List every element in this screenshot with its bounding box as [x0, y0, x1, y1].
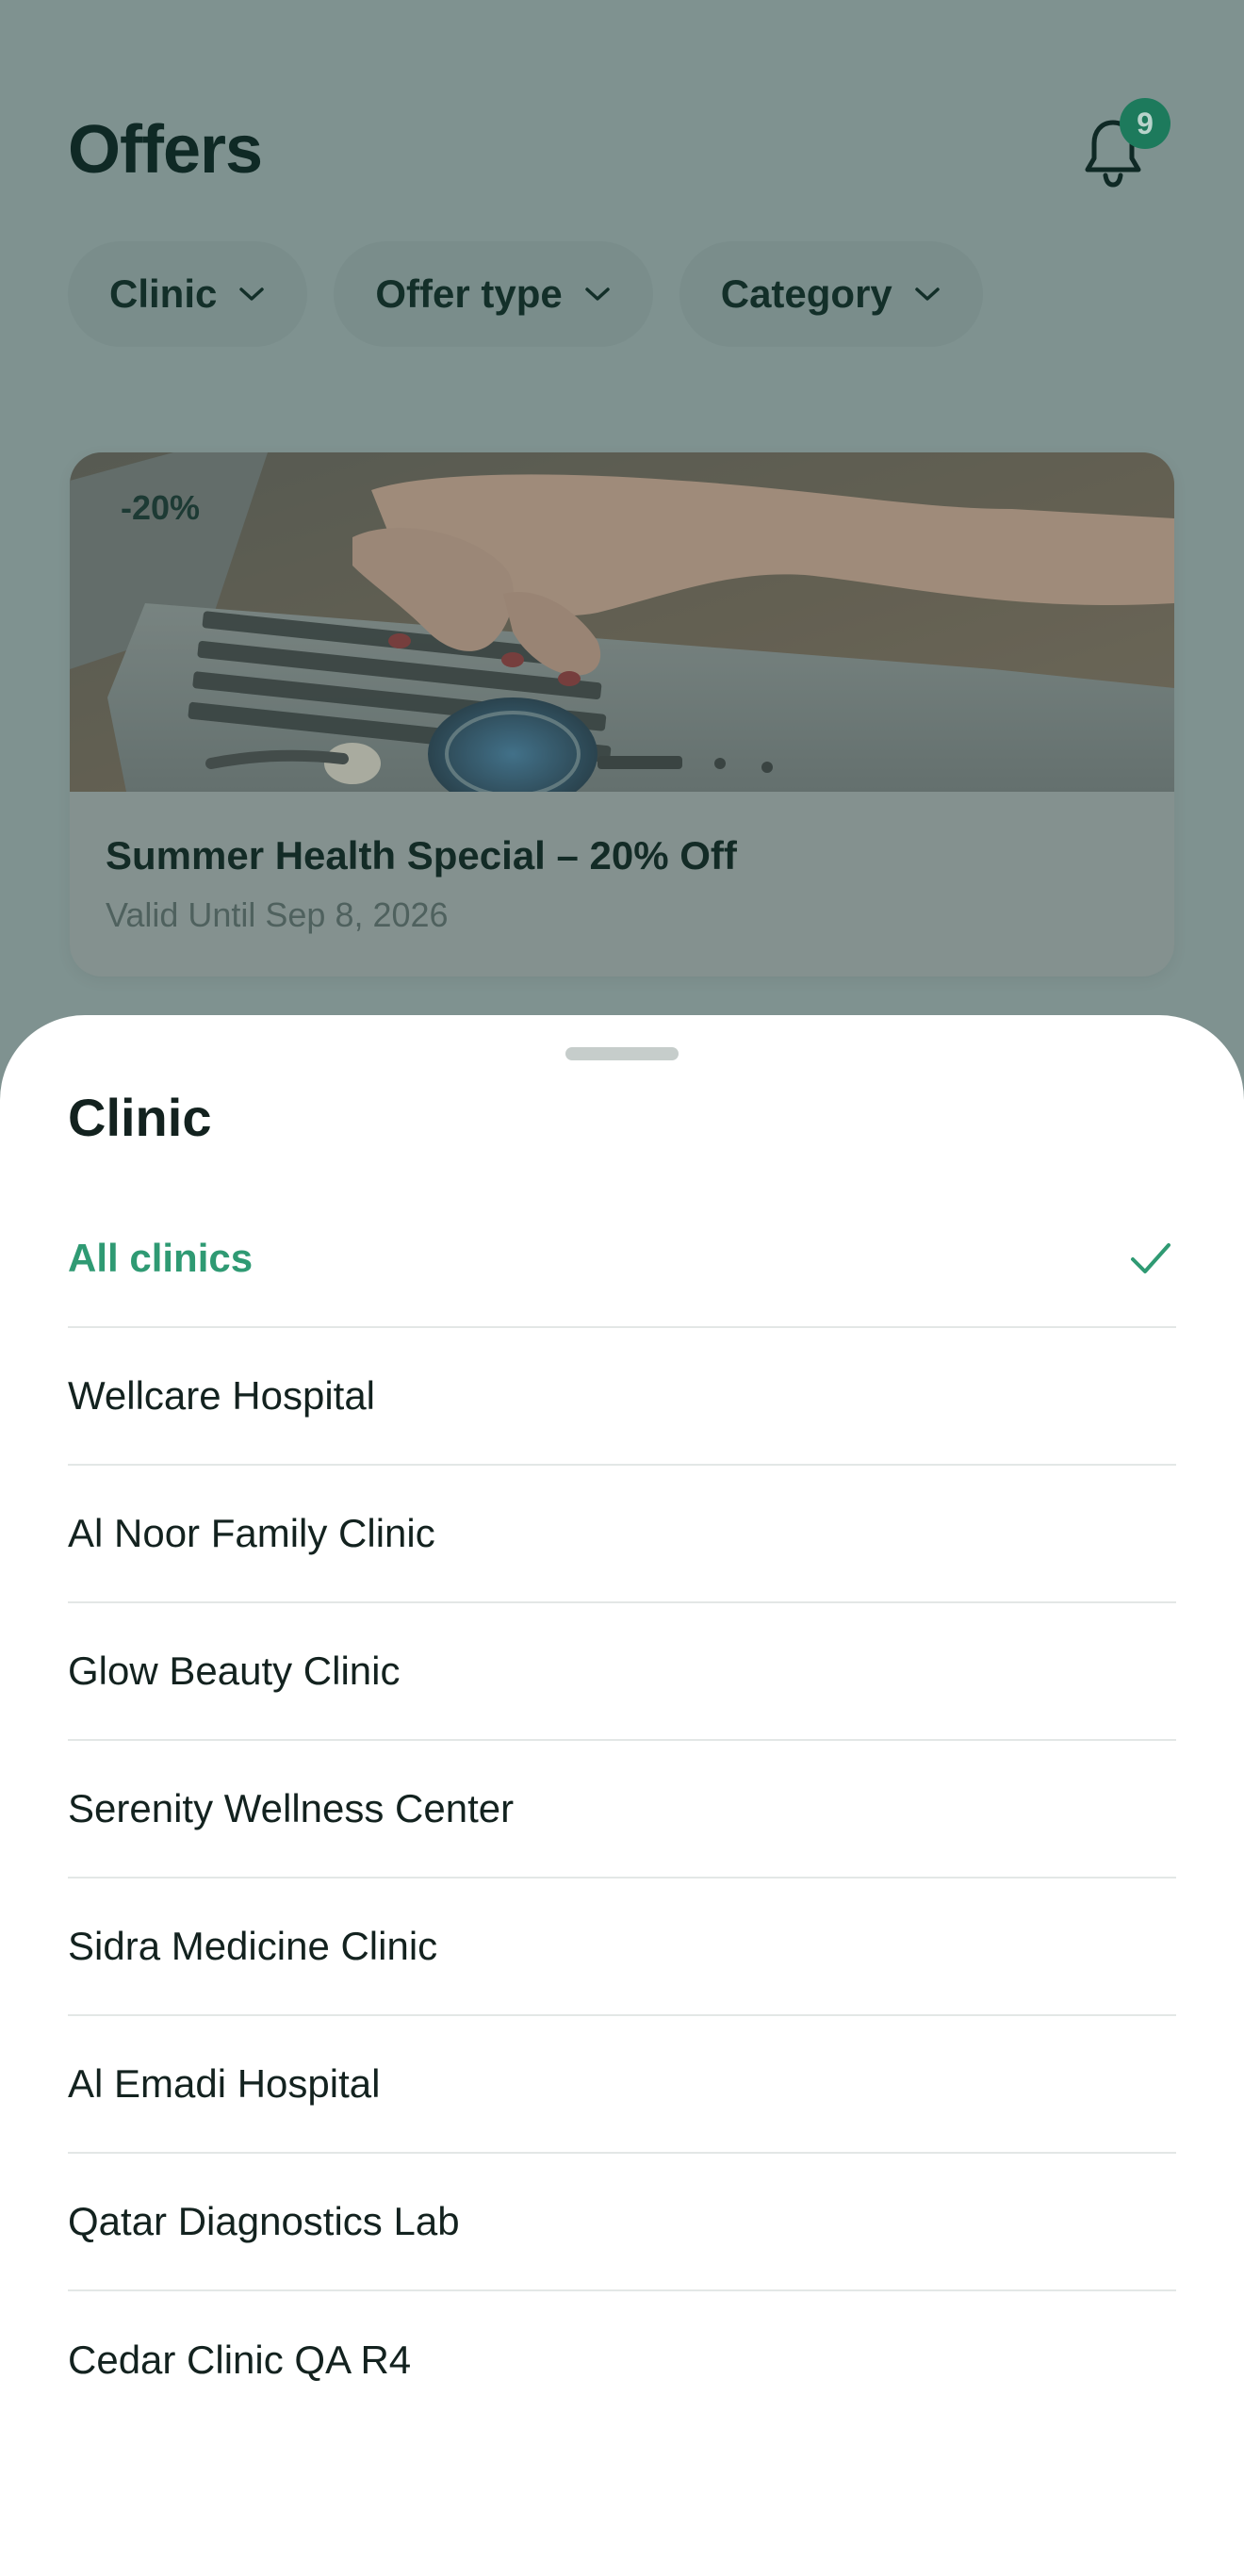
clinic-option-label: Al Noor Family Clinic — [68, 1511, 435, 1555]
offer-title: Summer Health Special – 20% Off — [106, 833, 737, 878]
clinic-option-label: Al Emadi Hospital — [68, 2061, 381, 2106]
clinic-option[interactable]: Al Noor Family Clinic — [68, 1466, 1176, 1603]
clinic-option-all[interactable]: All clinics — [68, 1190, 1176, 1328]
filter-chip-label: Clinic — [109, 271, 218, 316]
clinic-option-label: All clinics — [68, 1236, 254, 1280]
clinic-option[interactable]: Wellcare Hospital — [68, 1328, 1176, 1466]
filter-chip-offer-type[interactable]: Offer type — [334, 241, 653, 347]
offer-image — [70, 452, 1174, 792]
clinic-option-list: All clinics Wellcare Hospital Al Noor Fa… — [68, 1190, 1176, 2429]
clinic-option[interactable]: Serenity Wellness Center — [68, 1741, 1176, 1879]
sheet-drag-handle[interactable] — [565, 1047, 679, 1060]
clinic-bottom-sheet: Clinic All clinics Wellcare Hospital Al … — [0, 1015, 1244, 2576]
page-title: Offers — [68, 112, 263, 188]
clinic-option-label: Cedar Clinic QA R4 — [68, 2338, 412, 2382]
chevron-down-icon — [239, 287, 265, 301]
clinic-option-label: Glow Beauty Clinic — [68, 1649, 401, 1693]
offers-screen: Offers 9 Clinic Offer type Category -20%… — [0, 0, 1244, 2576]
chevron-down-icon — [915, 287, 940, 301]
clinic-option-label: Qatar Diagnostics Lab — [68, 2199, 460, 2243]
sheet-title: Clinic — [68, 1088, 212, 1147]
clinic-option[interactable]: Sidra Medicine Clinic — [68, 1879, 1176, 2016]
discount-badge: -20% — [121, 488, 201, 527]
clinic-option-label: Sidra Medicine Clinic — [68, 1924, 438, 1968]
filter-chip-label: Category — [720, 271, 892, 316]
clinic-option-label: Serenity Wellness Center — [68, 1786, 515, 1830]
clinic-option-label: Wellcare Hospital — [68, 1373, 376, 1418]
clinic-option[interactable]: Al Emadi Hospital — [68, 2016, 1176, 2154]
filter-bar: Clinic Offer type Category — [68, 241, 983, 347]
clinic-option[interactable]: Cedar Clinic QA R4 — [68, 2291, 1176, 2429]
clinic-option[interactable]: Glow Beauty Clinic — [68, 1603, 1176, 1741]
offer-validity: Valid Until Sep 8, 2026 — [106, 895, 449, 934]
notification-badge: 9 — [1120, 98, 1170, 149]
filter-chip-category[interactable]: Category — [679, 241, 983, 347]
offer-card[interactable]: -20% Summer Health Special – 20% Off Val… — [70, 452, 1174, 976]
filter-chip-label: Offer type — [375, 271, 563, 316]
chevron-down-icon — [584, 287, 610, 301]
filter-chip-clinic[interactable]: Clinic — [68, 241, 308, 347]
clinic-option[interactable]: Qatar Diagnostics Lab — [68, 2154, 1176, 2291]
checkmark-icon — [1129, 1239, 1172, 1277]
